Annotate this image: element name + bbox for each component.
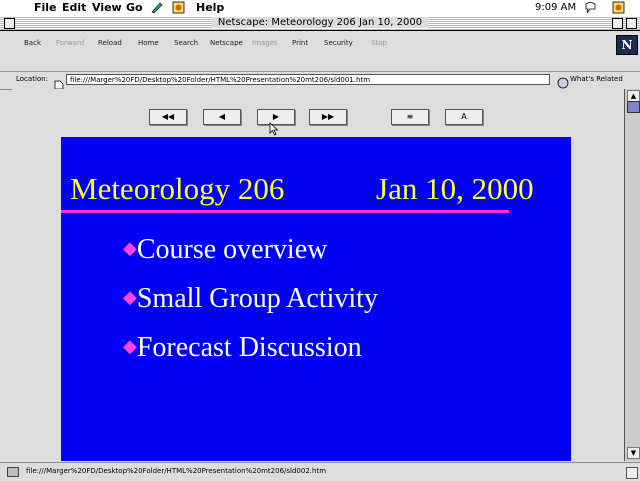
bullet-item: ◆Course overview (123, 234, 327, 266)
images-button[interactable]: Images (252, 39, 278, 47)
location-label: Location: (16, 75, 48, 83)
whats-related-button[interactable]: What's Related (570, 75, 623, 83)
title-rule (61, 210, 509, 213)
navigation-toolbar: Back Forward Reload Home Search Netscape… (0, 31, 640, 72)
menu-help[interactable]: Help (196, 1, 224, 14)
collapse-box-icon[interactable] (626, 18, 637, 29)
text-view-button[interactable]: A (445, 109, 483, 125)
window-title: Netscape: Meteorology 206 Jan 10, 2000 (211, 17, 429, 28)
window-title-bar[interactable]: Netscape: Meteorology 206 Jan 10, 2000 (0, 16, 640, 31)
vertical-scrollbar[interactable]: ▲ ▼ (624, 89, 640, 461)
scroll-thumb[interactable] (627, 101, 640, 113)
bullet-item: ◆Small Group Activity (123, 283, 378, 315)
script-icon[interactable] (150, 1, 163, 14)
bullet-text: Forecast Discussion (136, 332, 362, 363)
slide-title-course: Meteorology 206 (70, 171, 285, 206)
slide: Meteorology 206 Jan 10, 2000 ◆Course ove… (61, 137, 571, 461)
netscape-button[interactable]: Netscape (210, 39, 243, 47)
location-bar: Location: file:///Marger%20FD/Desktop%20… (0, 72, 640, 90)
slide-title-date: Jan 10, 2000 (376, 171, 534, 206)
browser-window: Netscape: Meteorology 206 Jan 10, 2000 B… (0, 16, 640, 481)
menu-view[interactable]: View (92, 1, 122, 14)
menu-bar-clock: 9:09 AM (535, 2, 577, 13)
security-lock-icon[interactable] (7, 467, 19, 477)
menu-file[interactable]: File (34, 1, 57, 14)
menu-bar: File Edit View Go Help 9:09 AM (0, 0, 640, 17)
netscape-logo[interactable]: N (616, 35, 638, 55)
search-button[interactable]: Search (174, 39, 198, 47)
bullet-text: Small Group Activity (136, 283, 378, 314)
diamond-bullet-icon: ◆ (123, 238, 137, 258)
location-url-field[interactable]: file:///Marger%20FD/Desktop%20Folder/HTM… (66, 74, 550, 85)
forward-button[interactable]: Forward (56, 39, 84, 47)
security-button[interactable]: Security (324, 39, 353, 47)
diamond-bullet-icon: ◆ (123, 287, 137, 307)
page-content: ◀◀ ◀ ▶ ▶▶ ≡ A Meteorology 206 Jan 10, 20… (12, 89, 624, 461)
menu-go[interactable]: Go (126, 1, 143, 14)
outline-view-button[interactable]: ≡ (391, 109, 429, 125)
bullet-text: Course overview (136, 234, 328, 265)
menu-edit[interactable]: Edit (62, 1, 86, 14)
reload-button[interactable]: Reload (98, 39, 122, 47)
balloon-help-icon[interactable] (584, 1, 597, 14)
stop-button[interactable]: Stop (371, 39, 387, 47)
resize-grip-icon[interactable] (626, 467, 638, 479)
mouse-pointer-icon (269, 122, 279, 136)
application-menu-icon[interactable] (612, 1, 625, 14)
status-text: file:///Marger%20FD/Desktop%20Folder/HTM… (26, 467, 327, 475)
back-button[interactable]: Back (24, 39, 41, 47)
scroll-down-arrow-icon[interactable]: ▼ (627, 447, 640, 459)
diamond-bullet-icon: ◆ (123, 336, 137, 356)
first-slide-button[interactable]: ◀◀ (149, 109, 187, 125)
netscape-menu-icon[interactable] (172, 1, 185, 14)
home-button[interactable]: Home (138, 39, 159, 47)
previous-slide-button[interactable]: ◀ (203, 109, 241, 125)
print-button[interactable]: Print (292, 39, 308, 47)
bullet-item: ◆Forecast Discussion (123, 332, 362, 364)
status-bar: file:///Marger%20FD/Desktop%20Folder/HTM… (0, 462, 640, 481)
zoom-box-icon[interactable] (612, 18, 623, 29)
last-slide-button[interactable]: ▶▶ (309, 109, 347, 125)
